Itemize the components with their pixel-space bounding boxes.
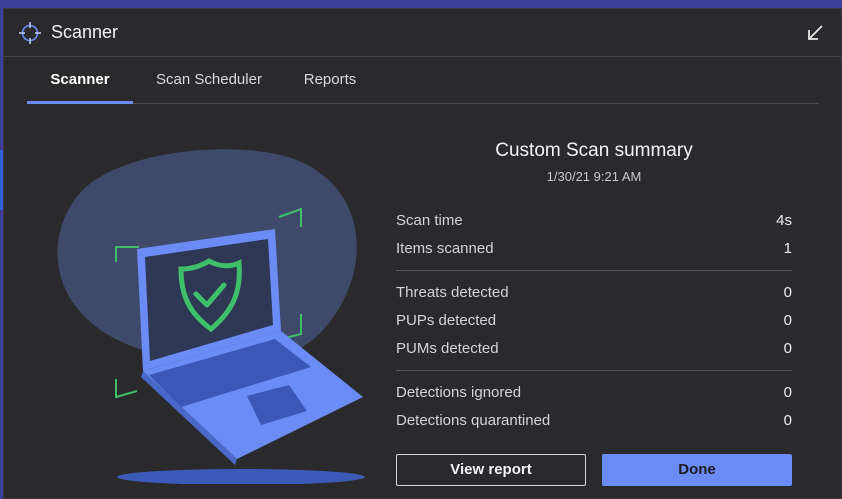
stat-row-scan-time: Scan time 4s <box>396 207 792 235</box>
collapse-arrow-icon[interactable] <box>805 23 825 43</box>
stats-divider <box>396 270 792 271</box>
crosshair-icon <box>19 22 41 44</box>
stat-value: 0 <box>783 384 792 401</box>
title-bar: Scanner <box>4 9 841 57</box>
stat-value: 4s <box>776 212 792 229</box>
stat-row-pups: PUPs detected 0 <box>396 307 792 335</box>
stat-row-quarantined: Detections quarantined 0 <box>396 407 792 435</box>
stat-label: PUMs detected <box>396 340 499 357</box>
stats-divider <box>396 370 792 371</box>
scanner-window: Scanner Scanner Scan Scheduler Reports C… <box>3 8 842 499</box>
stat-row-pums: PUMs detected 0 <box>396 335 792 363</box>
view-report-button[interactable]: View report <box>396 454 586 486</box>
protected-laptop-illustration <box>57 149 365 484</box>
stat-label: Threats detected <box>396 284 509 301</box>
stat-label: Detections quarantined <box>396 412 551 429</box>
summary-title: Custom Scan summary <box>495 140 693 161</box>
tab-scan-scheduler[interactable]: Scan Scheduler <box>152 57 266 103</box>
floor-shadow <box>117 469 365 484</box>
stat-label: Scan time <box>396 212 463 229</box>
stat-value: 0 <box>783 284 792 301</box>
stat-label: Items scanned <box>396 240 494 257</box>
stat-row-threats: Threats detected 0 <box>396 279 792 307</box>
done-button[interactable]: Done <box>602 454 792 486</box>
stat-label: PUPs detected <box>396 312 497 329</box>
tab-bar: Scanner Scan Scheduler Reports <box>27 57 819 104</box>
tab-reports[interactable]: Reports <box>300 57 360 103</box>
stat-value: 0 <box>783 340 792 357</box>
stat-label: Detections ignored <box>396 384 522 401</box>
stat-value: 1 <box>783 240 792 257</box>
stat-row-ignored: Detections ignored 0 <box>396 379 792 407</box>
stat-value: 0 <box>783 312 792 329</box>
stat-row-items-scanned: Items scanned 1 <box>396 235 792 263</box>
window-title: Scanner <box>51 22 119 42</box>
stat-value: 0 <box>783 412 792 429</box>
tab-scanner[interactable]: Scanner <box>27 57 133 104</box>
scan-stats: Scan time 4s Items scanned 1 Threats det… <box>396 207 792 435</box>
summary-date: 1/30/21 9:21 AM <box>546 169 642 184</box>
